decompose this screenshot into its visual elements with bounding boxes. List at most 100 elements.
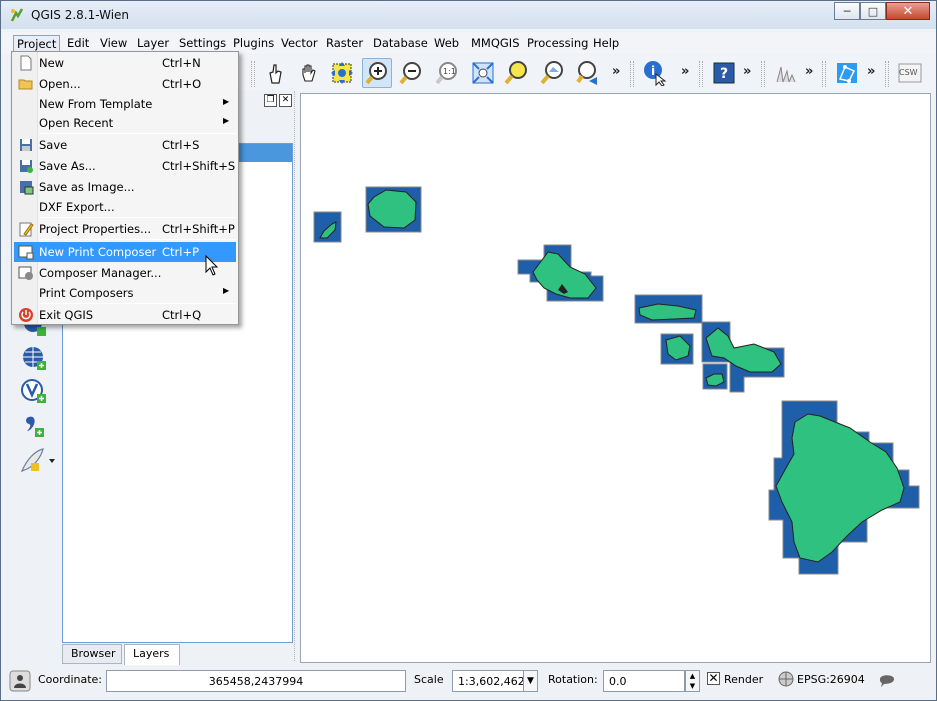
zoom-native-button[interactable]: 1:1 bbox=[432, 58, 462, 88]
messages-toggle-icon[interactable] bbox=[9, 670, 31, 692]
dock-splitter[interactable] bbox=[294, 91, 298, 661]
render-label: Render bbox=[724, 673, 764, 686]
svg-text:i: i bbox=[651, 64, 655, 78]
menu-item-new-print-composer[interactable]: New Print Composer Ctrl+P bbox=[14, 242, 236, 262]
scale-combobox[interactable]: 1:3,602,462 bbox=[452, 670, 525, 692]
float-panel-button[interactable]: ❐ bbox=[264, 94, 277, 107]
composer-manager-icon bbox=[18, 266, 33, 280]
profile-icon bbox=[776, 66, 796, 83]
globe-grid-add-icon bbox=[23, 347, 46, 370]
close-button[interactable]: ✕ bbox=[886, 2, 930, 20]
zoom-to-layer-button[interactable] bbox=[537, 58, 567, 88]
menu-plugins[interactable]: Plugins bbox=[230, 35, 277, 52]
menu-item-dxf-export[interactable]: DXF Export... bbox=[14, 197, 236, 217]
vector-wfs-add-icon bbox=[21, 379, 46, 403]
toolbar-overflow-chevron[interactable]: » bbox=[805, 64, 813, 79]
map-canvas[interactable] bbox=[300, 93, 931, 663]
print-composer-icon bbox=[18, 245, 34, 260]
help-button[interactable]: ? bbox=[709, 58, 739, 88]
menu-item-exit-qgis[interactable]: Exit QGIS Ctrl+Q bbox=[14, 305, 236, 325]
tab-layers[interactable]: Layers bbox=[124, 644, 180, 666]
menu-item-new[interactable]: New Ctrl+N bbox=[14, 53, 236, 73]
menu-item-open[interactable]: Open... Ctrl+O bbox=[14, 74, 236, 94]
profile-tool-button[interactable] bbox=[771, 58, 801, 88]
rotation-label: Rotation: bbox=[548, 673, 598, 686]
scale-dropdown-arrow[interactable]: ▼ bbox=[523, 670, 538, 692]
save-as-icon bbox=[20, 160, 33, 173]
menu-web[interactable]: Web bbox=[431, 35, 462, 52]
menu-item-composer-manager[interactable]: Composer Manager... bbox=[14, 263, 236, 283]
island-kauai bbox=[365, 186, 422, 233]
touch-button[interactable] bbox=[261, 58, 291, 88]
zoom-out-button[interactable] bbox=[396, 58, 426, 88]
menu-item-new-from-template[interactable]: New From Template ▶ bbox=[14, 94, 236, 114]
menu-layer[interactable]: Layer bbox=[134, 35, 172, 52]
menu-edit[interactable]: Edit bbox=[64, 35, 92, 52]
identify-button[interactable]: i bbox=[640, 58, 670, 88]
new-shapefile-layer-button[interactable] bbox=[19, 445, 59, 475]
menu-item-save-as[interactable]: Save As... Ctrl+Shift+S bbox=[14, 156, 236, 176]
pan-button[interactable] bbox=[294, 58, 324, 88]
add-wcs-layer-button[interactable] bbox=[19, 344, 49, 374]
zoom-out-icon bbox=[399, 62, 421, 85]
add-delimited-text-layer-button[interactable] bbox=[19, 411, 49, 441]
island-kahoolawe bbox=[702, 363, 728, 390]
toolbar-overflow-chevron[interactable]: » bbox=[743, 64, 751, 79]
save-image-icon bbox=[20, 181, 34, 195]
zoom-to-selection-icon bbox=[504, 61, 527, 85]
toolbar-overflow-chevron[interactable]: » bbox=[681, 64, 689, 79]
window-title: QGIS 2.8.1-Wien bbox=[31, 8, 130, 22]
menu-raster[interactable]: Raster bbox=[323, 35, 366, 52]
menu-item-save-as-image[interactable]: Save as Image... bbox=[14, 177, 236, 197]
menu-settings[interactable]: Settings bbox=[176, 35, 229, 52]
add-wfs-layer-button[interactable] bbox=[19, 377, 49, 407]
title-bar: QGIS 2.8.1-Wien ─ □ ✕ bbox=[1, 1, 936, 29]
menu-item-save[interactable]: Save Ctrl+S bbox=[14, 135, 236, 155]
toolbar-separator bbox=[761, 61, 765, 87]
menu-mmqgis[interactable]: MMQGIS bbox=[468, 35, 523, 52]
minimize-button[interactable]: ─ bbox=[834, 2, 860, 20]
identify-icon: i bbox=[644, 61, 667, 86]
menu-view[interactable]: View bbox=[97, 35, 130, 52]
comma-add-icon bbox=[26, 416, 44, 437]
close-panel-button[interactable]: ✕ bbox=[279, 94, 292, 107]
pan-to-selection-button[interactable] bbox=[327, 58, 357, 88]
island-oahu bbox=[517, 244, 604, 302]
toolbar-overflow-chevron[interactable]: » bbox=[867, 64, 875, 79]
toolbar-overflow-chevron[interactable]: » bbox=[612, 64, 620, 79]
menu-project[interactable]: Project bbox=[13, 35, 61, 52]
crs-globe-icon[interactable] bbox=[778, 671, 794, 687]
csw-label: CSW bbox=[899, 68, 918, 77]
render-checkbox[interactable]: ✕ bbox=[707, 672, 720, 685]
menu-item-shortcut: Ctrl+P bbox=[162, 245, 200, 259]
zoom-full-button[interactable] bbox=[468, 58, 498, 88]
rotation-spinbox[interactable]: 0.0 bbox=[603, 670, 685, 692]
georeferencer-button[interactable] bbox=[832, 58, 862, 88]
crs-status[interactable]: EPSG:26904 bbox=[797, 673, 865, 686]
submenu-arrow-icon: ▶ bbox=[223, 97, 230, 106]
toolbar-grip bbox=[251, 61, 255, 87]
zoom-in-button[interactable] bbox=[362, 58, 392, 88]
tab-browser[interactable]: Browser bbox=[62, 644, 122, 664]
menu-vector[interactable]: Vector bbox=[278, 35, 321, 52]
csw-button[interactable]: CSW bbox=[895, 58, 925, 88]
menu-database[interactable]: Database bbox=[370, 35, 431, 52]
maximize-button[interactable]: □ bbox=[860, 2, 886, 20]
properties-icon bbox=[19, 222, 34, 237]
coordinate-label: Coordinate: bbox=[38, 673, 103, 686]
menu-item-open-recent[interactable]: Open Recent ▶ bbox=[14, 113, 236, 133]
zoom-last-button[interactable] bbox=[573, 58, 603, 88]
feather-new-layer-icon bbox=[20, 448, 55, 473]
menu-item-project-properties[interactable]: Project Properties... Ctrl+Shift+P bbox=[14, 219, 236, 239]
island-niihau bbox=[313, 211, 342, 243]
menu-separator bbox=[40, 239, 236, 240]
zoom-to-selection-button[interactable] bbox=[501, 58, 531, 88]
coordinate-field[interactable]: 365458,2437994 bbox=[106, 670, 406, 692]
menu-help[interactable]: Help bbox=[590, 35, 622, 52]
menu-item-label: Save As... bbox=[39, 159, 96, 173]
menu-item-print-composers[interactable]: Print Composers ▶ bbox=[14, 283, 236, 303]
menu-processing[interactable]: Processing bbox=[524, 35, 591, 52]
rotation-spin-buttons[interactable]: ▲ ▼ bbox=[685, 670, 700, 692]
zoom-in-icon bbox=[365, 62, 387, 85]
message-balloon-icon[interactable] bbox=[878, 671, 896, 689]
